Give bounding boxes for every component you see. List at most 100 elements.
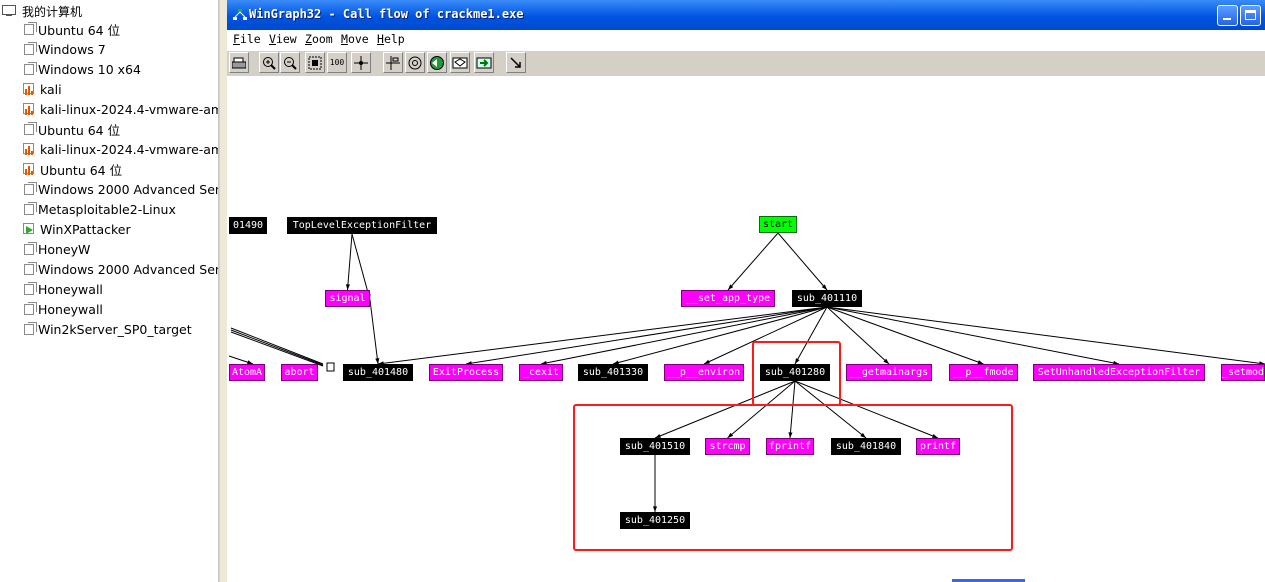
vm-icon (24, 21, 37, 35)
export-icon (476, 57, 492, 68)
running-vm-icon (23, 222, 36, 236)
graph-node-getmainargs[interactable]: __getmainargs (846, 364, 932, 381)
rotate-icon (408, 56, 422, 69)
graph-node-set-app-type[interactable]: __set_app_type (681, 290, 775, 307)
graph-node-atoma[interactable]: AtomA (229, 364, 265, 381)
vm-list-item-label: Windows 10 x64 (38, 61, 141, 77)
menu-zoom[interactable]: Zoom (305, 32, 333, 46)
kali-vm-icon (23, 142, 36, 156)
layout-button[interactable] (383, 52, 403, 73)
vm-library-panel: 我的计算机 Ubuntu 64 位 Windows 7 Windows 10 x64… (0, 0, 219, 582)
zoom-in-button[interactable] (259, 52, 279, 73)
menu-help[interactable]: Help (377, 32, 405, 46)
window-title: WinGraph32 - Call flow of crackme1.exe (249, 7, 524, 21)
graph-node-setmode[interactable]: _setmod (1221, 364, 1265, 381)
graph-node-exitprocess[interactable]: ExitProcess (429, 364, 503, 381)
vm-icon (24, 281, 37, 295)
toolbar: 100 (227, 51, 1265, 76)
vm-list-item[interactable]: Windows 2000 Advanced Serv (23, 179, 218, 199)
overview-icon (452, 57, 468, 68)
rotate-button[interactable] (405, 52, 425, 73)
tree-root-label: 我的计算机 (22, 4, 83, 19)
kali-vm-icon (23, 162, 36, 176)
print-button[interactable] (229, 52, 249, 73)
graph-node-p-fmode[interactable]: __p__fmode (949, 364, 1018, 381)
graph-node-sub-401330[interactable]: sub_401330 (578, 364, 648, 381)
vm-list-item[interactable]: Ubuntu 64 位 (23, 119, 120, 139)
kali-vm-icon (23, 82, 36, 96)
graph-node-abort[interactable]: abort (281, 364, 318, 381)
vm-list-item[interactable]: Windows 10 x64 (23, 59, 141, 79)
graph-node-start[interactable]: start (759, 216, 797, 233)
pointer-button[interactable] (506, 52, 526, 73)
graph-node-sub-401480[interactable]: sub_401480 (343, 364, 413, 381)
maximize-button[interactable] (1240, 5, 1261, 26)
print-icon (232, 57, 246, 68)
vm-list-item-label: Windows 2000 Advanced Serv (38, 261, 219, 277)
zoom-out-button[interactable] (280, 52, 300, 73)
vm-icon (24, 241, 37, 255)
graph-node-sub-401110[interactable]: sub_401110 (792, 290, 862, 307)
vm-icon (24, 181, 37, 195)
highlight-box-sub-401280 (752, 341, 841, 406)
fit-window-button[interactable] (305, 52, 325, 73)
vm-list-item-label: WinXPattacker (40, 221, 131, 237)
graph-node-partial-left[interactable]: 01490 (229, 217, 267, 234)
zoom-out-icon (284, 56, 297, 70)
vm-list-item[interactable]: Honeywall (23, 299, 103, 319)
edge-bend-marker (326, 362, 335, 372)
menu-file[interactable]: File (233, 32, 261, 46)
vm-icon (24, 261, 37, 275)
menu-view[interactable]: View (269, 32, 297, 46)
highlight-box-callees (573, 404, 1013, 551)
vm-list-item-label: kali-linux-2024.4-vmware-amd (40, 141, 219, 157)
vm-list-item[interactable]: Windows 7 (23, 39, 106, 59)
call-edge (826, 306, 1265, 365)
vm-icon (24, 61, 37, 75)
vm-icon (24, 41, 37, 55)
vm-icon (24, 321, 37, 335)
vm-list-item[interactable]: Windows 2000 Advanced Serv (23, 259, 219, 279)
vm-list-item[interactable]: Ubuntu 64 位 (23, 159, 122, 179)
overview-button[interactable] (450, 52, 470, 73)
center-button[interactable] (351, 52, 371, 73)
graph-node-cexit[interactable]: _cexit (519, 364, 563, 381)
tree-root-my-computer[interactable]: 我的计算机 (2, 2, 82, 20)
vm-list-item[interactable]: Win2kServer_SP0_target (23, 319, 192, 339)
graph-node-tlef[interactable]: TopLevelExceptionFilter (287, 217, 437, 234)
graph-app-icon (233, 9, 247, 20)
vm-list-item-label: Ubuntu 64 位 (40, 162, 123, 178)
export-button[interactable] (474, 52, 494, 73)
minimize-icon (1223, 18, 1231, 20)
call-edge (727, 232, 779, 291)
vm-list-item-label: Honeywall (38, 281, 103, 297)
call-edge (826, 306, 1120, 365)
layout-icon (386, 55, 400, 70)
vm-list-item[interactable]: Ubuntu 64 位 (23, 19, 120, 39)
menu-move[interactable]: Move (341, 32, 369, 46)
graph-node-p-environ[interactable]: __p__environ (664, 364, 744, 381)
vm-list-item-label: Honeywall (38, 301, 103, 317)
vm-list-item[interactable]: Honeywall (23, 279, 103, 299)
vm-list-item-label: Ubuntu 64 位 (38, 122, 121, 138)
title-bar[interactable]: WinGraph32 - Call flow of crackme1.exe (227, 0, 1265, 30)
minimize-button[interactable] (1217, 5, 1238, 26)
navigate-icon (430, 55, 444, 70)
vm-list-item-label: HoneyW (38, 241, 91, 257)
vm-list-item[interactable]: kali-linux-2024.4-vmware-amd (23, 99, 219, 119)
maximize-icon (1245, 10, 1256, 20)
vm-list-item-label: Metasploitable2-Linux (38, 201, 176, 217)
vm-list-item[interactable]: Metasploitable2-Linux (23, 199, 176, 219)
vm-list-item-label: kali-linux-2024.4-vmware-amd (40, 101, 219, 117)
graph-node-signal[interactable]: signal (325, 290, 370, 307)
vm-list-item[interactable]: kali-linux-2024.4-vmware-amd (23, 139, 219, 159)
vm-icon (24, 201, 37, 215)
graph-node-setunhandled[interactable]: SetUnhandledExceptionFilter (1033, 364, 1205, 381)
vm-list-item[interactable]: kali (23, 79, 62, 99)
zoom-100-button[interactable]: 100 (327, 52, 347, 73)
vm-list-item-label: Ubuntu 64 位 (38, 22, 121, 38)
vm-list-item[interactable]: WinXPattacker (23, 219, 131, 239)
call-graph-canvas[interactable]: 01490 TopLevelExceptionFilter start signal _… (227, 76, 1265, 582)
navigate-button[interactable] (427, 52, 447, 73)
vm-list-item[interactable]: HoneyW (23, 239, 90, 259)
